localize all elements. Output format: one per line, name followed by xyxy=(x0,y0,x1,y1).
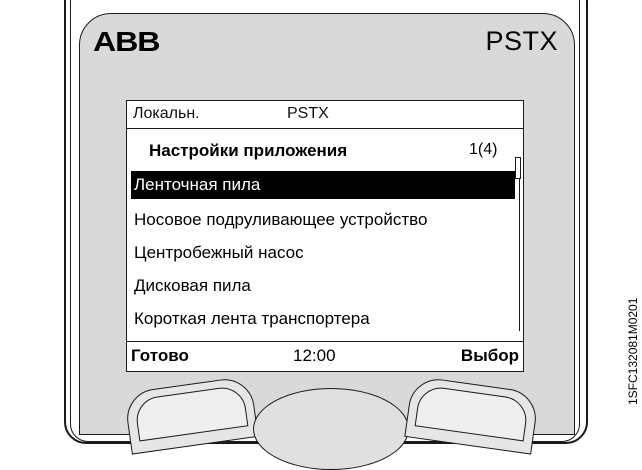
scrollbar-track[interactable] xyxy=(519,161,520,331)
list-item[interactable]: Ленточная пила xyxy=(131,171,515,199)
softkey-left-label: Готово xyxy=(131,346,189,365)
status-line: Локальн. PSTX xyxy=(129,105,519,125)
brand-logo: ABB xyxy=(93,28,160,56)
list-item[interactable]: Дисковая пила xyxy=(131,270,515,303)
list-item[interactable]: Носовое подруливающее устройство xyxy=(131,204,515,237)
lcd-screen: Локальн. PSTX Настройки приложения 1(4) … xyxy=(126,100,524,372)
control-mode: Локальн. xyxy=(133,105,200,122)
list-item[interactable]: Центробежный насос xyxy=(131,237,515,270)
softkey-bar: Готово 12:00 Выбор xyxy=(127,342,523,370)
scrollbar-thumb[interactable] xyxy=(515,157,521,179)
device-label: PSTX xyxy=(287,105,329,122)
menu-page-indicator: 1(4) xyxy=(469,141,498,158)
application-list: Ленточная пила Носовое подруливающее уст… xyxy=(131,171,515,336)
list-item[interactable]: Короткая лента транспортера xyxy=(131,303,515,336)
document-code: 1SFC132081M0201 xyxy=(626,297,640,405)
clock: 12:00 xyxy=(293,346,336,365)
navigation-button[interactable] xyxy=(253,388,409,470)
brand-logo-text: ABB xyxy=(93,26,160,57)
softkey-right-label: Выбор xyxy=(460,346,519,365)
menu-title: Настройки приложения xyxy=(149,141,348,160)
model-name: PSTX xyxy=(485,26,558,56)
status-separator xyxy=(127,128,523,129)
